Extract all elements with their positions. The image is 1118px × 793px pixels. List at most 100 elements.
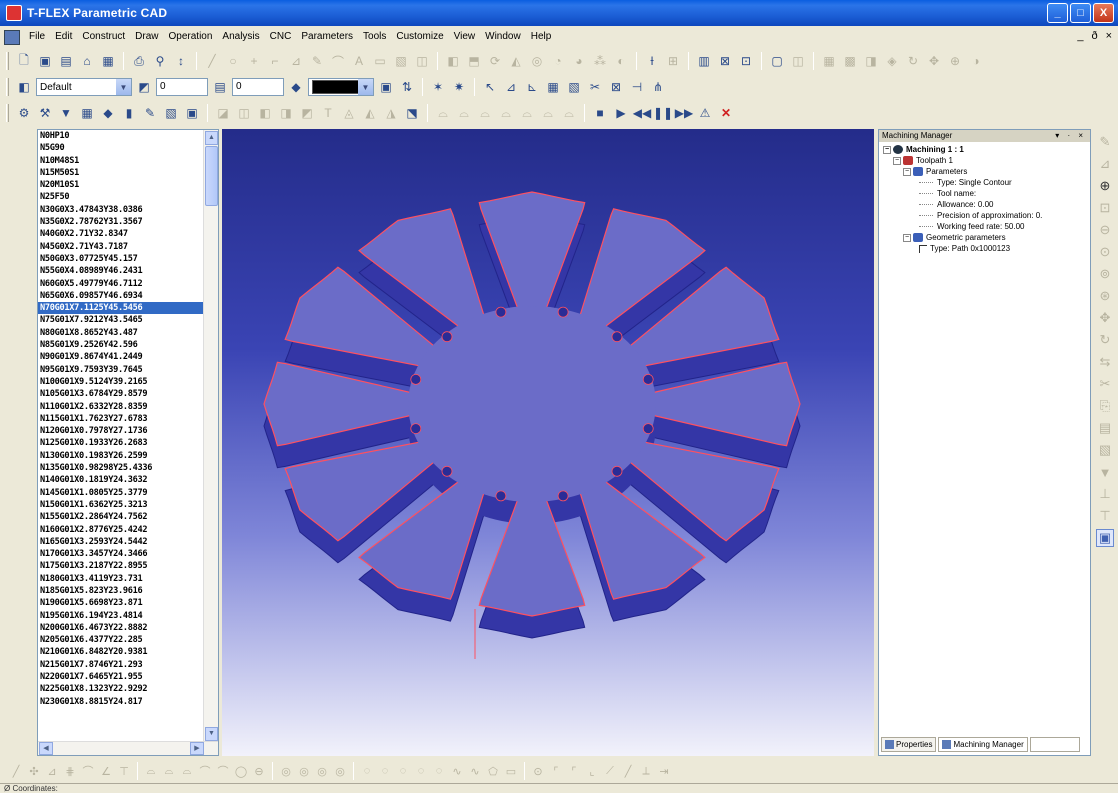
- print-icon[interactable]: ⎙: [130, 52, 148, 70]
- menu-edit[interactable]: Edit: [50, 26, 77, 48]
- menu-tools[interactable]: Tools: [358, 26, 391, 48]
- collapse-icon[interactable]: −: [903, 167, 911, 176]
- circle-icon[interactable]: ○: [224, 52, 242, 70]
- select-icon[interactable]: ↖: [481, 78, 499, 96]
- nc-code-line[interactable]: N75G01X7.9212Y43.5465: [38, 314, 204, 326]
- nc-code-line[interactable]: N55G0X4.08989Y46.2431: [38, 265, 204, 277]
- mill-3d-icon[interactable]: ◬: [340, 104, 358, 122]
- view-top-icon[interactable]: ▩: [841, 52, 859, 70]
- nc-code-line[interactable]: N15M50S1: [38, 167, 204, 179]
- tree-leaf-feed-rate[interactable]: Working feed rate: 50.00: [879, 221, 1090, 232]
- cnc-stop-icon[interactable]: ▮: [120, 104, 138, 122]
- draw-spline-1-icon[interactable]: ∿: [449, 762, 465, 780]
- draw-ellipse-5-icon[interactable]: ◌: [431, 762, 447, 780]
- shade-view-icon[interactable]: ◑: [967, 52, 985, 70]
- lathe-3-icon[interactable]: ⌓: [476, 104, 494, 122]
- window-split-icon[interactable]: ◫: [789, 52, 807, 70]
- mill-layer-icon[interactable]: ◮: [382, 104, 400, 122]
- fast-forward-icon[interactable]: ▶▶: [675, 104, 693, 122]
- nc-code-line[interactable]: N145G01X1.0805Y25.3779: [38, 487, 204, 499]
- zoom-icon[interactable]: ⚲: [151, 52, 169, 70]
- lathe-5-icon[interactable]: ⌓: [518, 104, 536, 122]
- simulate-icon[interactable]: ⚠: [696, 104, 714, 122]
- level-spinner[interactable]: 0: [232, 78, 284, 96]
- pause-icon[interactable]: ❚❚: [653, 104, 673, 122]
- nc-code-line[interactable]: N45G0X2.71Y43.7187: [38, 241, 204, 253]
- draw-rect-icon[interactable]: ▭: [503, 762, 519, 780]
- layers-manager-icon[interactable]: ▧: [565, 78, 583, 96]
- tree-leaf-precision[interactable]: Precision of approximation: 0.: [879, 210, 1090, 221]
- nc-code-line[interactable]: N85G01X9.2526Y42.596: [38, 339, 204, 351]
- view-iso-icon[interactable]: ◈: [883, 52, 901, 70]
- sketch-icon[interactable]: ✎: [308, 52, 326, 70]
- zoom-view-icon[interactable]: ⊕: [946, 52, 964, 70]
- nc-code-line[interactable]: N155G01X2.2864Y24.7562: [38, 511, 204, 523]
- width-spinner[interactable]: 0: [156, 78, 208, 96]
- rotate-icon[interactable]: ↻: [1096, 331, 1114, 349]
- page-icon[interactable]: ▥: [695, 52, 713, 70]
- offset-icon[interactable]: ⋔: [649, 78, 667, 96]
- nc-code-line[interactable]: N70G01X7.1125Y45.5456: [38, 302, 204, 315]
- nc-code-line[interactable]: N200G01X6.4673Y22.8882: [38, 622, 204, 634]
- draw-circle-1-icon[interactable]: ◯: [233, 762, 249, 780]
- draw-ellipse-2-icon[interactable]: ◌: [377, 762, 393, 780]
- draw-slash-icon[interactable]: ╱: [620, 762, 636, 780]
- nc-code-line[interactable]: N220G01X7.6465Y21.955: [38, 671, 204, 683]
- measure-tool-icon[interactable]: ⊿: [1096, 155, 1114, 173]
- menu-parameters[interactable]: Parameters: [296, 26, 358, 48]
- nc-code-line[interactable]: N150G01X1.6362Y25.3213: [38, 499, 204, 511]
- document-icon[interactable]: [4, 29, 20, 45]
- nc-code-line[interactable]: N175G01X3.2187Y22.8955: [38, 560, 204, 572]
- zoom-next-icon[interactable]: ⊛: [1096, 287, 1114, 305]
- hatch-tool-icon[interactable]: ▧: [1096, 441, 1114, 459]
- nc-code-line[interactable]: N50G0X3.07725Y45.157: [38, 253, 204, 265]
- menu-draw[interactable]: Draw: [130, 26, 163, 48]
- lathe-7-icon[interactable]: ⌓: [560, 104, 578, 122]
- scroll-left-icon[interactable]: ◀: [39, 742, 53, 755]
- tree-leaf-tool-name[interactable]: Tool name:: [879, 188, 1090, 199]
- draw-corner-2-icon[interactable]: ⌜: [566, 762, 582, 780]
- open-file-icon[interactable]: ▤: [57, 52, 75, 70]
- line-icon[interactable]: ╱: [203, 52, 221, 70]
- cnc-tool-icon[interactable]: ⚒: [36, 104, 54, 122]
- snap-node-icon[interactable]: ✷: [450, 78, 468, 96]
- horizontal-scrollbar[interactable]: ◀ ▶: [38, 741, 218, 755]
- menu-cnc[interactable]: CNC: [265, 26, 297, 48]
- loft-icon[interactable]: ◭: [507, 52, 525, 70]
- lathe-6-icon[interactable]: ⌓: [539, 104, 557, 122]
- nc-code-line[interactable]: N80G01X8.8652Y43.487: [38, 327, 204, 339]
- chevron-down-icon[interactable]: ▼: [358, 79, 373, 95]
- menu-analysis[interactable]: Analysis: [217, 26, 264, 48]
- select-filter-icon[interactable]: ⊿: [502, 78, 520, 96]
- paste-icon[interactable]: ▤: [1096, 419, 1114, 437]
- rotate-icon[interactable]: ⟳: [486, 52, 504, 70]
- menu-construct[interactable]: Construct: [77, 26, 130, 48]
- draw-circle-6-icon[interactable]: ◎: [332, 762, 348, 780]
- tree-leaf-path-type[interactable]: Type: Path 0x1000123: [879, 243, 1090, 254]
- color-combo[interactable]: ▼: [308, 78, 374, 96]
- draw-ellipse-4-icon[interactable]: ◌: [413, 762, 429, 780]
- draw-trim-icon[interactable]: ⟂: [638, 762, 654, 780]
- mill-engrave-icon[interactable]: ◩: [298, 104, 316, 122]
- line-style-icon[interactable]: ▣: [377, 78, 395, 96]
- polyline-icon[interactable]: ⌐: [266, 52, 284, 70]
- stop-icon[interactable]: ■: [591, 104, 609, 122]
- cnc-postprocess-icon[interactable]: ▧: [162, 104, 180, 122]
- mill-pocket-icon[interactable]: ◫: [235, 104, 253, 122]
- nc-code-line[interactable]: N120G01X0.7978Y27.1736: [38, 425, 204, 437]
- toolbar-grip[interactable]: [6, 52, 9, 70]
- fillet-icon[interactable]: ◔: [549, 52, 567, 70]
- scroll-down-icon[interactable]: ▼: [205, 727, 218, 741]
- vertical-scrollbar[interactable]: ▲ ▼: [203, 130, 218, 742]
- tab-properties[interactable]: Properties: [881, 737, 937, 752]
- chevron-down-icon[interactable]: ▼: [116, 79, 131, 95]
- nc-code-line[interactable]: N110G01X2.6332Y28.8359: [38, 401, 204, 413]
- view-left-icon[interactable]: ◨: [862, 52, 880, 70]
- copy-icon[interactable]: ⎘: [1096, 397, 1114, 415]
- draw-tangent-icon[interactable]: ⊤: [116, 762, 132, 780]
- tree-leaf-allowance[interactable]: Allowance: 0.00: [879, 199, 1090, 210]
- chamfer-icon[interactable]: ◕: [570, 52, 588, 70]
- cnc-project-icon[interactable]: ⚙: [15, 104, 33, 122]
- draw-hatch-icon[interactable]: ⋕: [62, 762, 78, 780]
- tree-node-machining[interactable]: − Machining 1 : 1: [879, 144, 1090, 155]
